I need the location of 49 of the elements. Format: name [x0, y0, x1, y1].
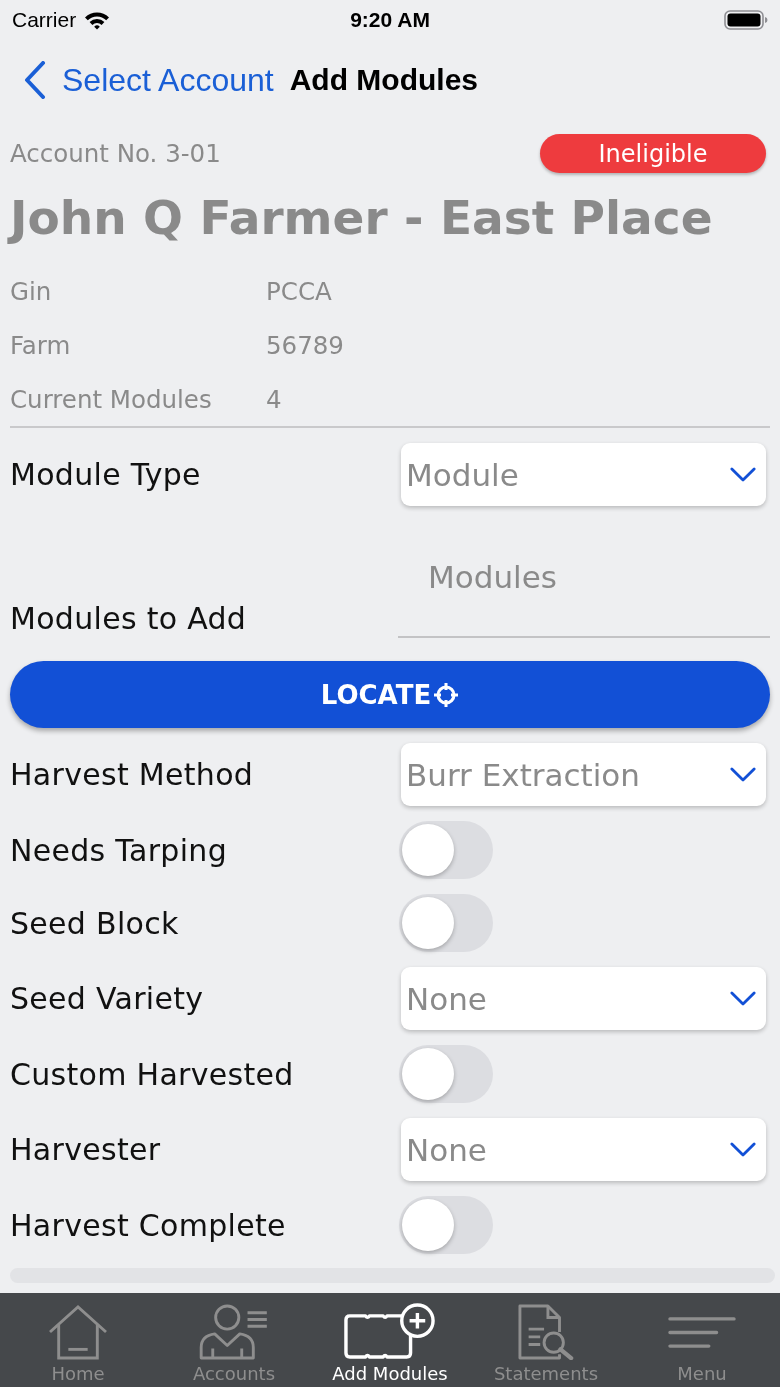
- toggle-switch[interactable]: [399, 1196, 493, 1254]
- toggle-switch[interactable]: [399, 894, 493, 952]
- detail-label: Gin: [10, 276, 53, 306]
- detail-value: 4: [266, 384, 282, 414]
- field-label: Harvest Complete: [10, 1207, 287, 1243]
- crosshair-icon: [433, 681, 460, 708]
- status-badge: Ineligible: [540, 134, 766, 173]
- toggle-switch[interactable]: [399, 821, 493, 879]
- document-search-icon: [517, 1304, 575, 1360]
- locate-button[interactable]: LOCATE: [10, 661, 770, 728]
- select-field[interactable]: Burr Extraction: [401, 743, 766, 806]
- person-list-icon: [199, 1304, 269, 1360]
- tab-item[interactable]: Statements: [468, 1293, 624, 1387]
- chevron-down-icon: [730, 467, 756, 482]
- select-field[interactable]: Module: [401, 443, 766, 506]
- module-plus-icon: [344, 1303, 436, 1360]
- menu-icon: [668, 1316, 736, 1349]
- detail-label: Farm: [10, 330, 72, 360]
- field-label: Harvester: [10, 1132, 162, 1167]
- account-number: Account No. 3-01: [10, 139, 221, 168]
- detail-value: 56789: [266, 330, 344, 360]
- toggle-switch[interactable]: [399, 1045, 493, 1103]
- tab-item[interactable]: Menu: [624, 1293, 780, 1387]
- chevron-down-icon: [730, 767, 756, 782]
- screen-title: Add Modules: [289, 63, 478, 97]
- wifi-icon: [84, 10, 111, 30]
- field-label: Seed Block: [10, 905, 180, 941]
- field-label: Needs Tarping: [10, 832, 228, 868]
- chevron-down-icon: [730, 991, 756, 1006]
- detail-value: PCCA: [266, 276, 332, 306]
- carrier-label: Carrier: [12, 8, 77, 32]
- field-label: Harvest Method: [10, 757, 255, 792]
- clock-time: 9:20 AM: [350, 8, 430, 32]
- field-label: Custom Harvested: [10, 1056, 295, 1092]
- detail-label: Current Modules: [10, 384, 213, 414]
- field-label: Module Type: [10, 457, 202, 492]
- house-icon: [48, 1304, 108, 1360]
- tab-item[interactable]: Add Modules: [312, 1293, 468, 1387]
- select-field[interactable]: None: [401, 967, 766, 1030]
- field-label: Seed Variety: [10, 981, 205, 1016]
- tab-item[interactable]: Home: [0, 1293, 156, 1387]
- chevron-left-icon: [24, 61, 46, 99]
- back-button[interactable]: Select Account: [24, 61, 274, 99]
- battery-icon: [724, 10, 768, 30]
- field-label: Modules to Add: [10, 601, 248, 637]
- select-field[interactable]: None: [401, 1118, 766, 1181]
- input-field[interactable]: Modules: [398, 548, 770, 638]
- chevron-down-icon: [730, 1142, 756, 1157]
- tab-item[interactable]: Accounts: [156, 1293, 312, 1387]
